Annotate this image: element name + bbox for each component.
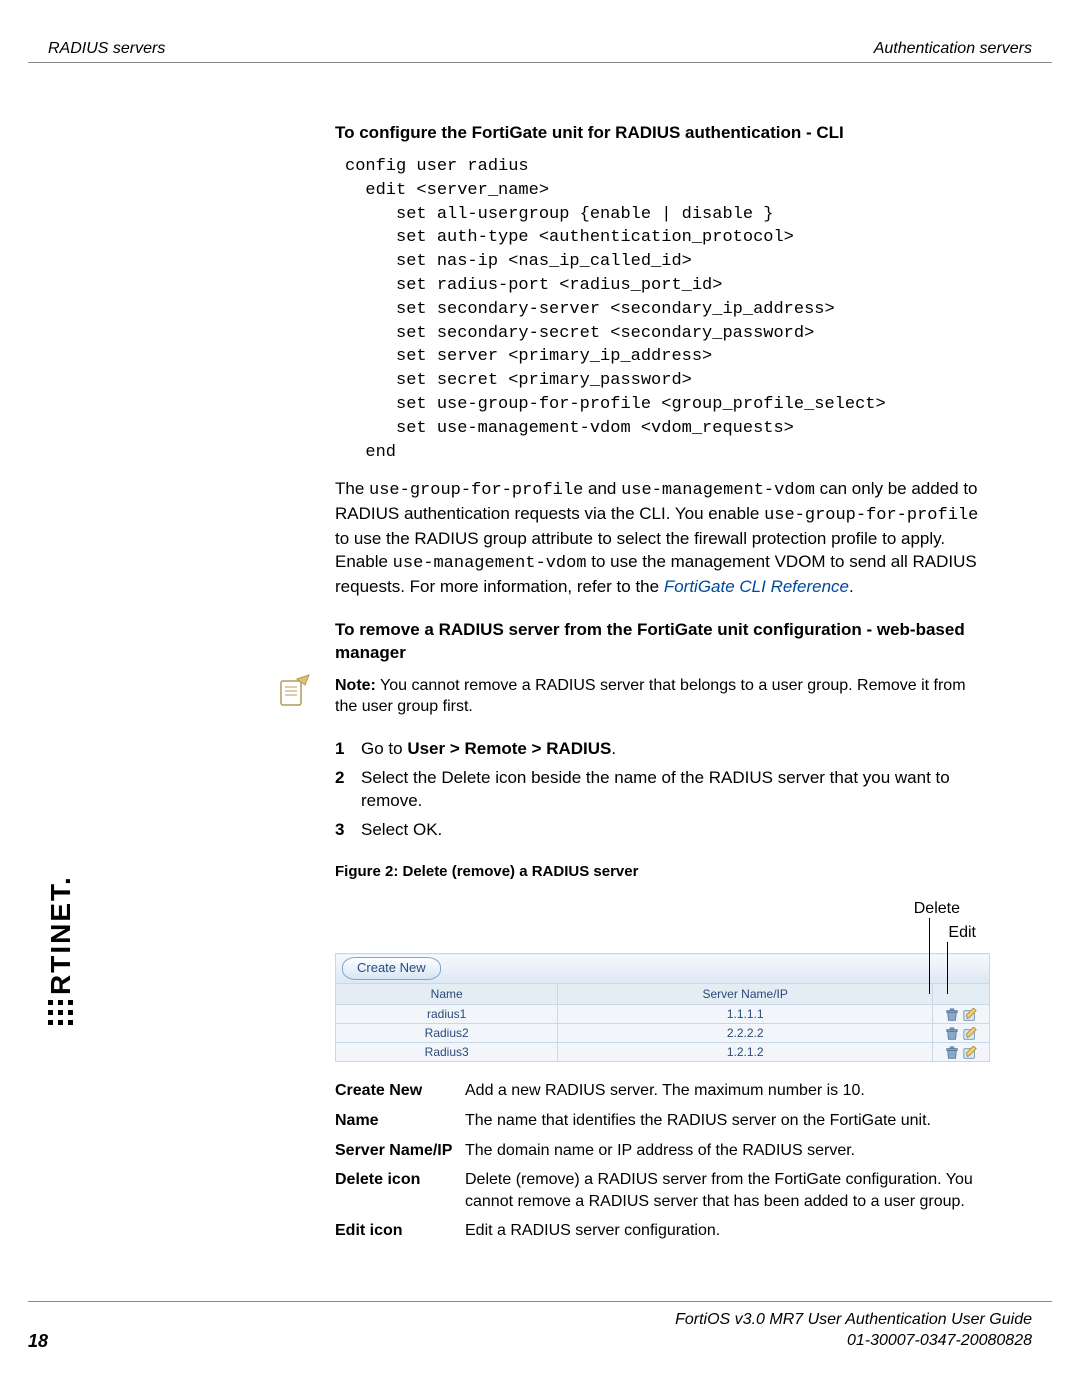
- col-header-name: Name: [336, 983, 558, 1004]
- cli-code-block: config user radius edit <server_name> se…: [345, 155, 990, 464]
- explanatory-paragraph: The use-group-for-profile and use-manage…: [335, 478, 990, 599]
- delete-icon[interactable]: [945, 1025, 959, 1040]
- heading-configure-cli: To configure the FortiGate unit for RADI…: [335, 122, 990, 145]
- main-content: To configure the FortiGate unit for RADI…: [335, 122, 990, 1250]
- note-label: Note:: [335, 677, 376, 694]
- note-icon: [275, 671, 315, 711]
- definition-row: Create New Add a new RADIUS server. The …: [335, 1080, 990, 1102]
- figure-callouts: Delete Edit: [335, 898, 990, 953]
- definition-desc: The name that identifies the RADIUS serv…: [465, 1110, 990, 1132]
- delete-icon[interactable]: [945, 1006, 959, 1021]
- create-new-button[interactable]: Create New: [342, 957, 441, 980]
- definition-row: Server Name/IP The domain name or IP add…: [335, 1140, 990, 1162]
- cell-server: 1.2.1.2: [558, 1043, 933, 1062]
- footer-guide-title: FortiOS v3.0 MR7 User Authentication Use…: [675, 1311, 1032, 1328]
- running-header-left: RADIUS servers: [48, 40, 165, 58]
- definition-term: Edit icon: [335, 1220, 465, 1242]
- brand-dot-grid-icon: [48, 999, 74, 1025]
- callout-delete-label: Delete: [914, 898, 960, 920]
- header-rule: [28, 62, 1052, 63]
- delete-icon[interactable]: [945, 1044, 959, 1059]
- definition-term: Create New: [335, 1080, 465, 1102]
- heading-remove-web: To remove a RADIUS server from the Forti…: [335, 619, 990, 665]
- definition-row: Edit icon Edit a RADIUS server configura…: [335, 1220, 990, 1242]
- table-row: radius1 1.1.1.1: [336, 1004, 990, 1023]
- step-item: 1 Go to User > Remote > RADIUS.: [335, 738, 990, 761]
- footer-doc-info: FortiOS v3.0 MR7 User Authentication Use…: [675, 1310, 1032, 1352]
- figure-caption: Figure 2: Delete (remove) a RADIUS serve…: [335, 862, 990, 882]
- step-number: 1: [335, 738, 361, 761]
- cell-name: Radius2: [336, 1023, 558, 1042]
- definition-desc: Edit a RADIUS server configuration.: [465, 1220, 990, 1242]
- definition-term: Delete icon: [335, 1169, 465, 1212]
- definition-row: Delete icon Delete (remove) a RADIUS ser…: [335, 1169, 990, 1212]
- document-page: RADIUS servers Authentication servers RT…: [0, 0, 1080, 1397]
- callout-edit-label: Edit: [948, 922, 976, 944]
- col-header-server: Server Name/IP: [558, 983, 933, 1004]
- code-inline: use-group-for-profile: [369, 481, 583, 500]
- footer-doc-id: 01-30007-0347-20080828: [847, 1332, 1032, 1349]
- cell-name: Radius3: [336, 1043, 558, 1062]
- page-number: 18: [28, 1331, 48, 1352]
- cell-server: 1.1.1.1: [558, 1004, 933, 1023]
- definition-desc: Delete (remove) a RADIUS server from the…: [465, 1169, 990, 1212]
- cell-name: radius1: [336, 1004, 558, 1023]
- edit-icon[interactable]: [963, 1044, 977, 1059]
- table-row: Radius3 1.2.1.2: [336, 1043, 990, 1062]
- step-number: 2: [335, 767, 361, 813]
- step-item: 2 Select the Delete icon beside the name…: [335, 767, 990, 813]
- code-inline: use-management-vdom: [621, 481, 815, 500]
- edit-icon[interactable]: [963, 1025, 977, 1040]
- note-block: Note: You cannot remove a RADIUS server …: [335, 675, 990, 718]
- step-item: 3 Select OK.: [335, 819, 990, 842]
- ordered-steps: 1 Go to User > Remote > RADIUS. 2 Select…: [335, 738, 990, 842]
- definition-term: Server Name/IP: [335, 1140, 465, 1162]
- edit-icon[interactable]: [963, 1006, 977, 1021]
- radius-server-table: Create New Name Server Name/IP radius1 1…: [335, 953, 990, 1062]
- step-number: 3: [335, 819, 361, 842]
- step-text: Go to User > Remote > RADIUS.: [361, 738, 990, 761]
- definition-row: Name The name that identifies the RADIUS…: [335, 1110, 990, 1132]
- brand-text: RTINET: [45, 885, 76, 995]
- code-inline: use-management-vdom: [393, 554, 587, 573]
- brand-logo: RTINET.: [44, 875, 77, 1025]
- cli-reference-link[interactable]: FortiGate CLI Reference: [664, 577, 849, 596]
- code-inline: use-group-for-profile: [764, 506, 978, 525]
- definition-term: Name: [335, 1110, 465, 1132]
- note-body: You cannot remove a RADIUS server that b…: [335, 677, 966, 716]
- table-row: Radius2 2.2.2.2: [336, 1023, 990, 1042]
- step-text: Select OK.: [361, 819, 990, 842]
- definitions-list: Create New Add a new RADIUS server. The …: [335, 1080, 990, 1242]
- definition-desc: The domain name or IP address of the RAD…: [465, 1140, 990, 1162]
- running-header-right: Authentication servers: [874, 40, 1032, 58]
- step-text: Select the Delete icon beside the name o…: [361, 767, 990, 813]
- footer-rule: [28, 1301, 1052, 1302]
- cell-server: 2.2.2.2: [558, 1023, 933, 1042]
- col-header-actions: [933, 983, 990, 1004]
- definition-desc: Add a new RADIUS server. The maximum num…: [465, 1080, 990, 1102]
